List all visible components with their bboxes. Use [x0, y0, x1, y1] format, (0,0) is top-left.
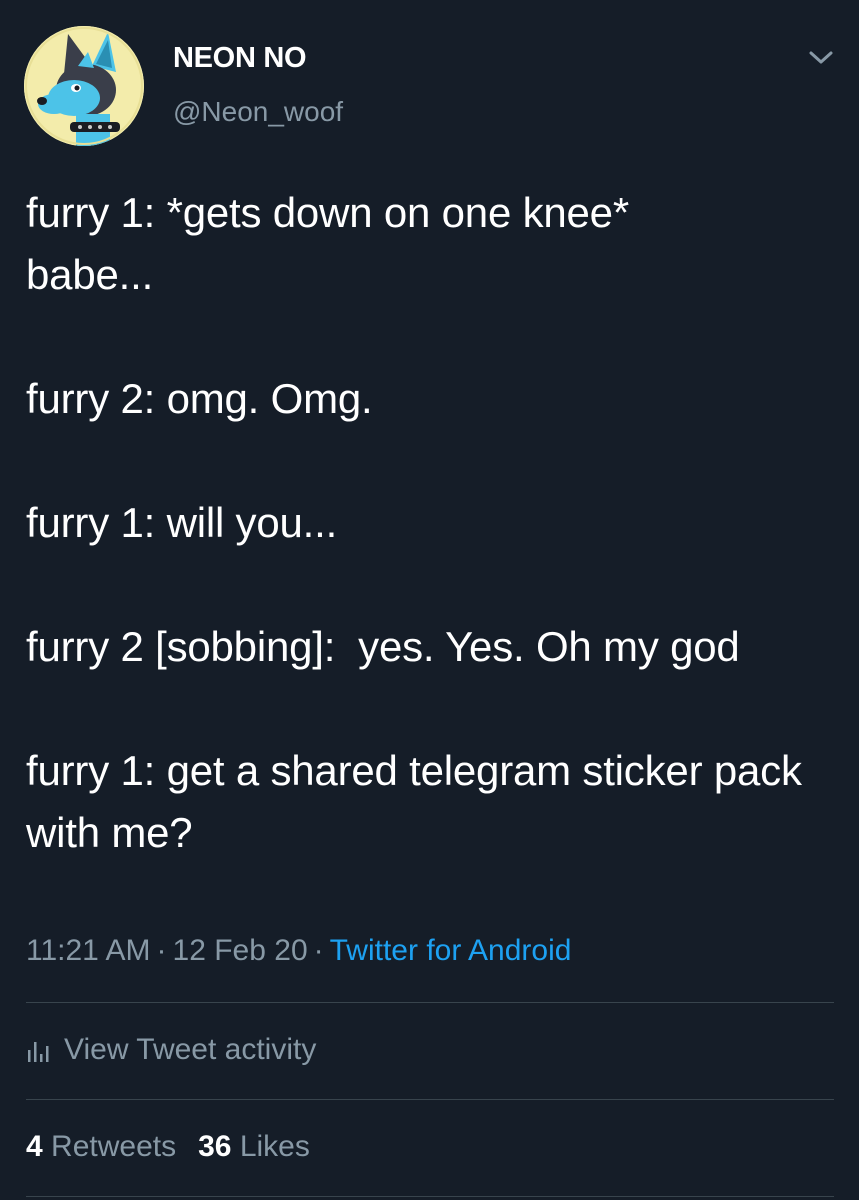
tweet-paragraph: furry 2: omg. Omg.	[26, 375, 373, 422]
tweet-text: furry 1: *gets down on one knee* babe...…	[26, 182, 836, 864]
divider	[26, 1099, 834, 1100]
divider	[26, 1196, 834, 1197]
likes-link[interactable]: 36 Likes	[198, 1130, 310, 1163]
tweet-meta: 11:21 AM · 12 Feb 20 · Twitter for Android	[26, 934, 571, 968]
bar-chart-icon	[26, 1036, 50, 1064]
tweet-date[interactable]: 12 Feb 20	[173, 934, 308, 967]
wolf-avatar-icon	[24, 26, 144, 146]
author-display-name[interactable]: NEON NO	[173, 42, 307, 75]
tweet-paragraph: furry 1: *gets down on one knee* babe...	[26, 189, 629, 298]
tweet-paragraph: furry 1: will you...	[26, 499, 338, 546]
retweets-count: 4	[26, 1130, 43, 1163]
retweets-label: Retweets	[51, 1130, 177, 1163]
tweet-paragraph: furry 1: get a shared telegram sticker p…	[26, 747, 814, 856]
retweets-link[interactable]: 4 Retweets	[26, 1130, 176, 1163]
tweet-time[interactable]: 11:21 AM	[26, 934, 151, 967]
likes-count: 36	[198, 1130, 232, 1163]
avatar[interactable]	[24, 26, 144, 146]
divider	[26, 1002, 834, 1003]
meta-separator: ·	[313, 934, 324, 967]
tweet-stats: 4 Retweets 36 Likes	[26, 1130, 310, 1164]
view-tweet-activity-label: View Tweet activity	[64, 1033, 317, 1066]
meta-separator: ·	[156, 934, 167, 967]
tweet-card: NEON NO @Neon_woof furry 1: *gets down o…	[0, 0, 859, 1200]
view-tweet-activity-button[interactable]: View Tweet activity	[26, 1033, 316, 1067]
chevron-down-icon[interactable]	[806, 46, 836, 70]
author-handle[interactable]: @Neon_woof	[173, 96, 343, 128]
likes-label: Likes	[239, 1130, 310, 1163]
tweet-source-link[interactable]: Twitter for Android	[330, 934, 572, 967]
tweet-paragraph: furry 2 [sobbing]: yes. Yes. Oh my god	[26, 623, 740, 670]
